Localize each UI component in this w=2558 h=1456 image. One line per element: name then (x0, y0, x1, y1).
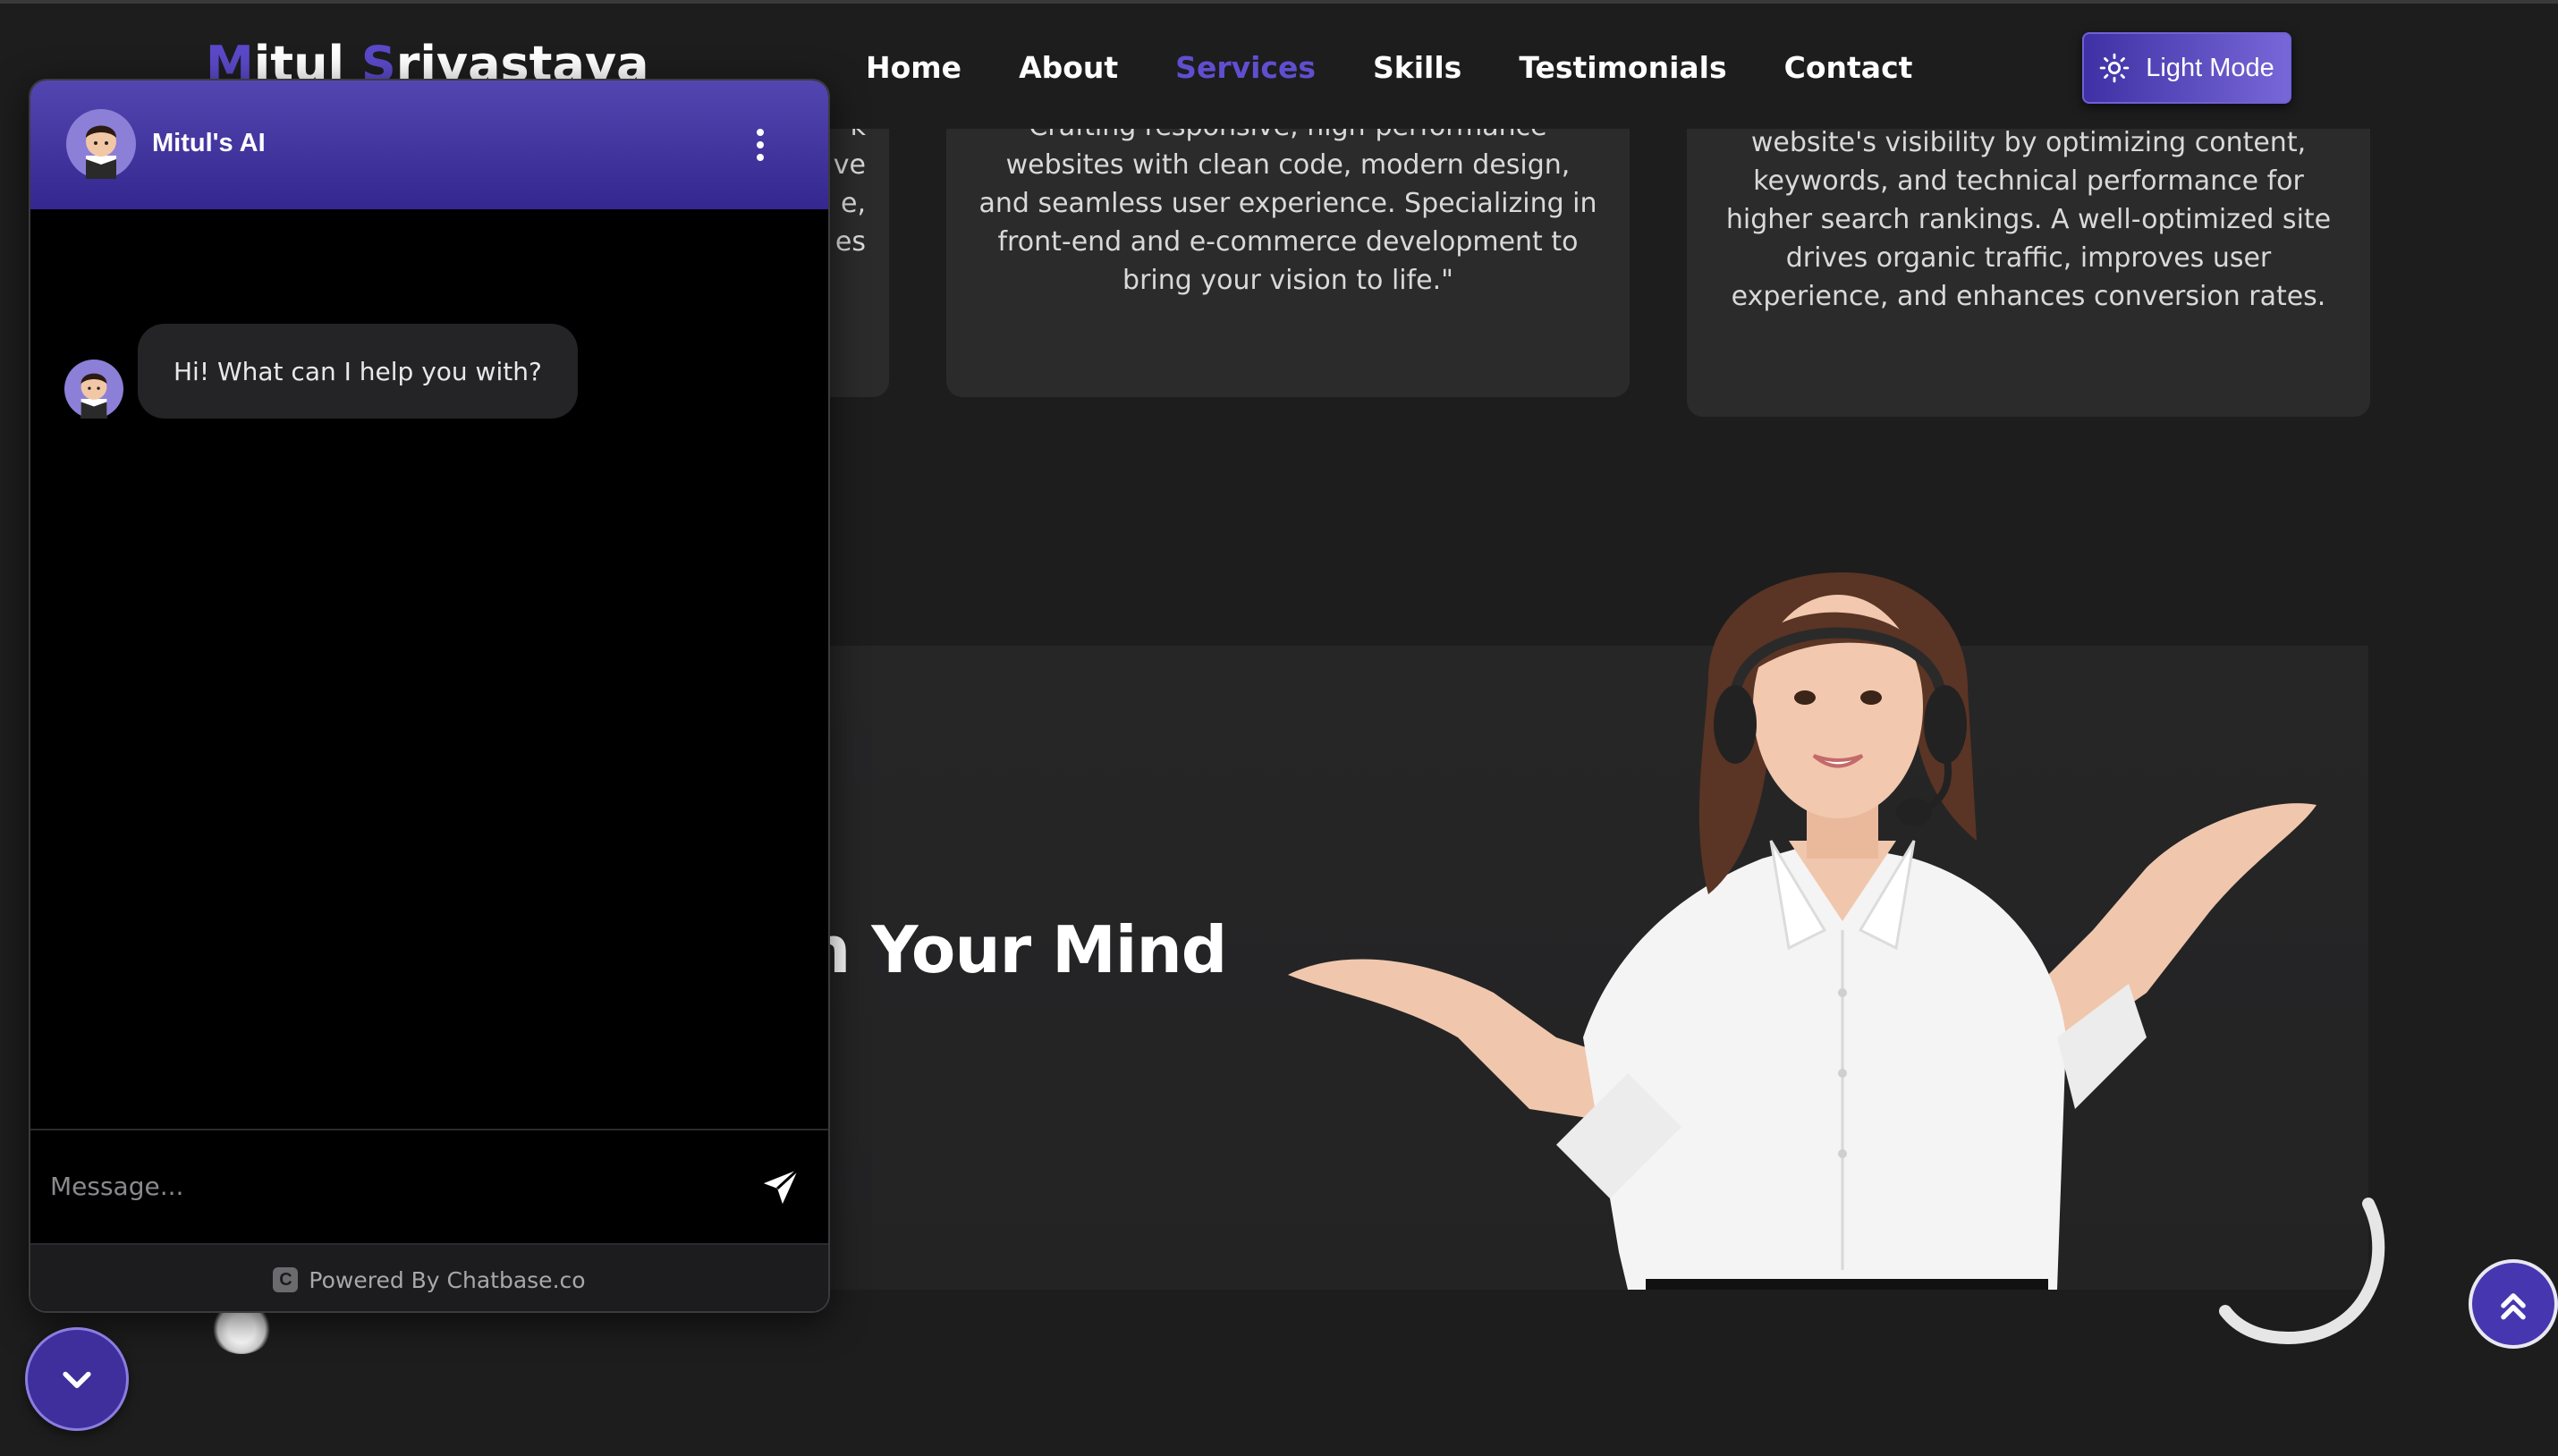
nav-about[interactable]: About (1019, 50, 1118, 85)
chat-header: Mitul's AI (30, 80, 828, 209)
chat-messages: Hi! What can I help you with? (30, 209, 828, 1207)
chatbase-logo-icon: C (273, 1267, 299, 1292)
more-options-icon[interactable] (755, 127, 766, 163)
scroll-to-top-button[interactable] (2469, 1259, 2558, 1349)
card1-fragment: es (834, 226, 866, 258)
banner-title: n Your Mind (805, 912, 1227, 987)
sun-icon (2099, 53, 2130, 83)
bot-message-avatar-icon (64, 360, 123, 419)
chat-toggle-button[interactable] (25, 1327, 129, 1431)
loading-ring-icon (2219, 1198, 2385, 1345)
nav-testimonials[interactable]: Testimonials (1519, 50, 1726, 85)
chevron-down-icon (63, 1371, 91, 1389)
powered-by-link[interactable]: Powered By Chatbase.co (309, 1267, 585, 1293)
card1-fragment: ve (833, 149, 866, 181)
light-mode-label: Light Mode (2146, 53, 2274, 82)
chat-widget: Mitul's AI Hi! What can I help you with?… (29, 79, 830, 1313)
main-nav: Home About Services Skills Testimonials … (866, 50, 1912, 85)
bot-name: Mitul's AI (152, 129, 266, 157)
nav-home[interactable]: Home (866, 50, 961, 85)
nav-contact[interactable]: Contact (1784, 50, 1913, 85)
chat-input-area (30, 1129, 828, 1243)
support-agent-image (1288, 572, 2317, 1290)
send-icon[interactable] (760, 1166, 801, 1207)
chat-message-input[interactable] (50, 1157, 730, 1215)
service-card-description: website's visibility by optimizing conte… (1725, 127, 2332, 312)
nav-services[interactable]: Services (1175, 50, 1316, 85)
chevron-double-up-icon (2501, 1293, 2526, 1320)
bot-avatar-icon (66, 109, 136, 179)
chat-footer: C Powered By Chatbase.co (30, 1243, 828, 1311)
bot-message-bubble: Hi! What can I help you with? (138, 324, 578, 419)
nav-skills[interactable]: Skills (1373, 50, 1461, 85)
card1-fragment: e, (841, 188, 866, 219)
service-card-description: Crafting responsive, high-performance we… (978, 111, 1597, 296)
light-mode-button[interactable]: Light Mode (2082, 32, 2291, 104)
